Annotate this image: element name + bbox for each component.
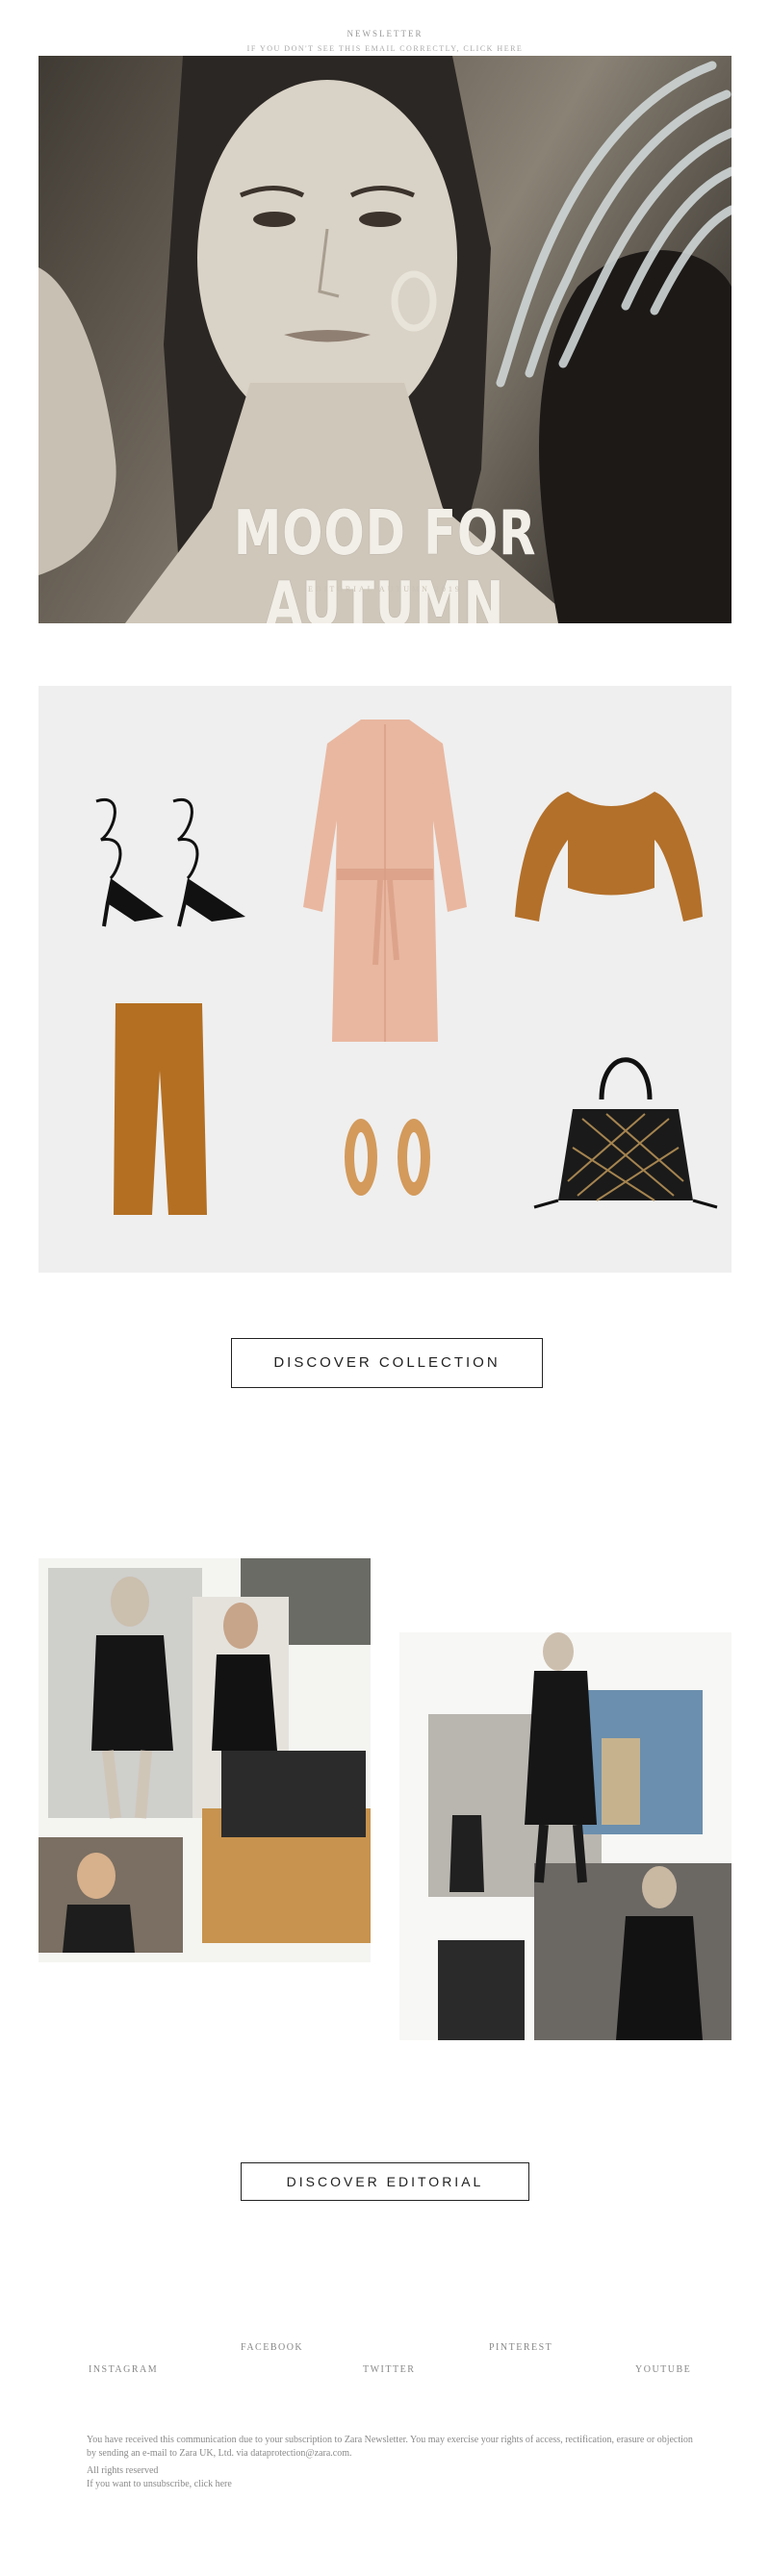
trousers-icon xyxy=(114,1003,207,1215)
unsubscribe-link[interactable]: If you want to unsubscribe, click here xyxy=(87,2478,703,2491)
heels-icon xyxy=(95,797,245,927)
newsletter-label: NEWSLETTER xyxy=(346,29,424,38)
product-top[interactable] xyxy=(500,772,712,965)
twitter-link[interactable]: TWITTER xyxy=(363,2364,415,2375)
instagram-link[interactable]: INSTAGRAM xyxy=(89,2364,158,2375)
bag-icon xyxy=(533,1057,718,1209)
discover-collection-button[interactable]: DISCOVER COLLECTION xyxy=(231,1338,543,1388)
product-dress[interactable] xyxy=(298,715,472,1051)
products-grid xyxy=(38,686,732,1273)
hero-subtitle: EDITORIAL AUTUMN 2019 xyxy=(308,585,462,593)
product-bag[interactable] xyxy=(529,1042,722,1215)
pinterest-link[interactable]: PINTEREST xyxy=(489,2342,552,2353)
youtube-link[interactable]: YOUTUBE xyxy=(635,2364,691,2375)
product-heels[interactable] xyxy=(58,782,270,946)
discover-editorial-button[interactable]: DISCOVER EDITORIAL xyxy=(241,2162,529,2201)
view-online-link[interactable]: IF YOU DON'T SEE THIS EMAIL CORRECTLY, C… xyxy=(0,44,770,53)
product-earrings[interactable] xyxy=(318,1099,452,1215)
facebook-link[interactable]: FACEBOOK xyxy=(241,2342,303,2353)
footer-legal: You have received this communication due… xyxy=(87,2435,693,2459)
editorial-collage-left[interactable] xyxy=(38,1558,371,1962)
earrings-icon xyxy=(345,1119,430,1196)
product-trousers[interactable] xyxy=(96,994,231,1225)
hero-banner[interactable]: MOOD FOR AUTUMN EDITORIAL AUTUMN 2019 xyxy=(38,56,732,623)
editorial-image-1 xyxy=(38,1558,371,1953)
footer-rights: All rights reserved xyxy=(87,2465,159,2476)
hero-title: MOOD FOR AUTUMN xyxy=(233,498,537,623)
editorial-image-2 xyxy=(428,1632,732,2040)
dress-icon xyxy=(303,720,467,1042)
editorial-collage-right[interactable] xyxy=(399,1632,732,2040)
top-icon xyxy=(515,792,703,922)
